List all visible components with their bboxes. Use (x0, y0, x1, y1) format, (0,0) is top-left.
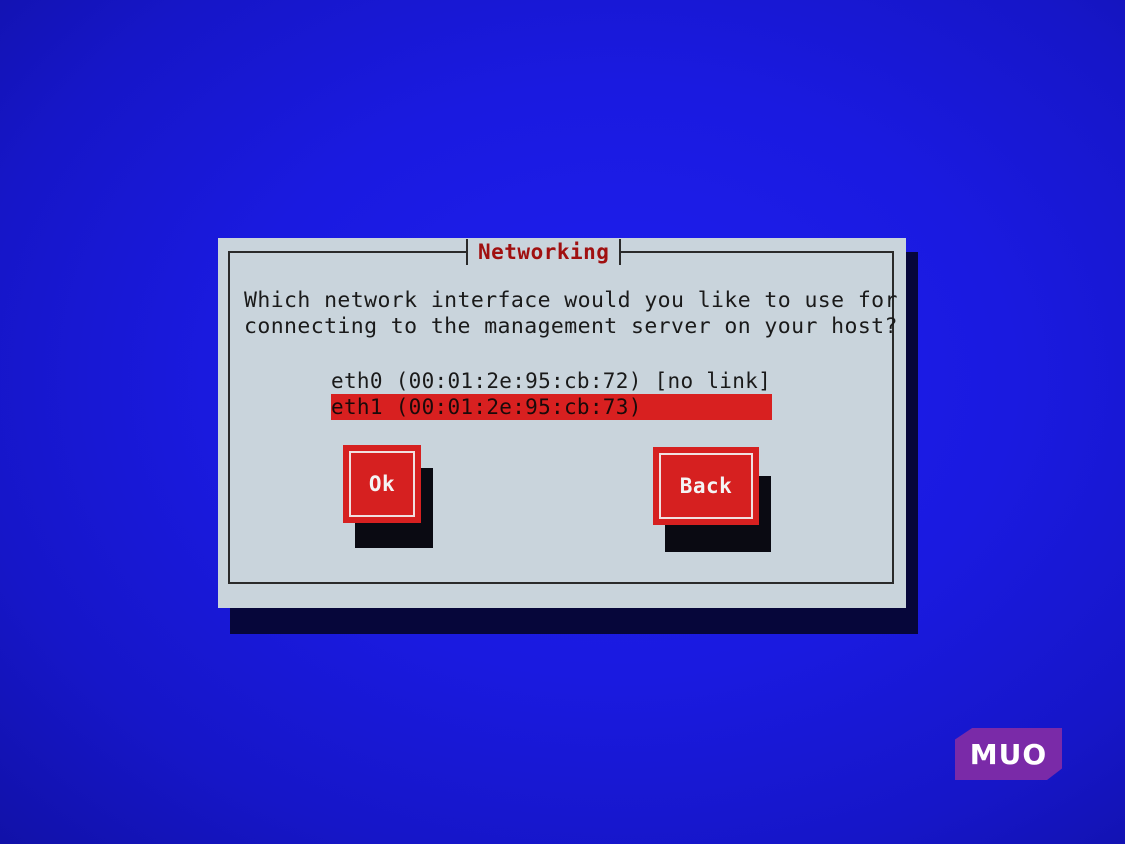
installer-screen: Networking Which network interface would… (0, 0, 1125, 844)
back-button[interactable]: Back (653, 447, 759, 525)
prompt-line-2: connecting to the management server on y… (244, 314, 898, 339)
dialog-title-bar: Networking (466, 238, 622, 266)
dialog-prompt: Which network interface would you like t… (244, 288, 898, 340)
watermark-text: MUO (969, 737, 1048, 771)
interface-item-eth0[interactable]: eth0 (00:01:2e:95:cb:72) [no link] (331, 368, 772, 394)
dialog-title: Networking (478, 240, 610, 264)
back-button-label: Back (679, 474, 733, 498)
interface-item-eth1[interactable]: eth1 (00:01:2e:95:cb:73) (331, 394, 772, 420)
title-bar-right (619, 239, 622, 265)
ok-button-label: Ok (368, 472, 396, 496)
interface-list: eth0 (00:01:2e:95:cb:72) [no link] eth1 … (331, 368, 772, 420)
muo-watermark-logo: MUO (955, 728, 1062, 780)
ok-button[interactable]: Ok (343, 445, 421, 523)
networking-dialog: Networking Which network interface would… (218, 238, 906, 608)
prompt-line-1: Which network interface would you like t… (244, 288, 898, 313)
